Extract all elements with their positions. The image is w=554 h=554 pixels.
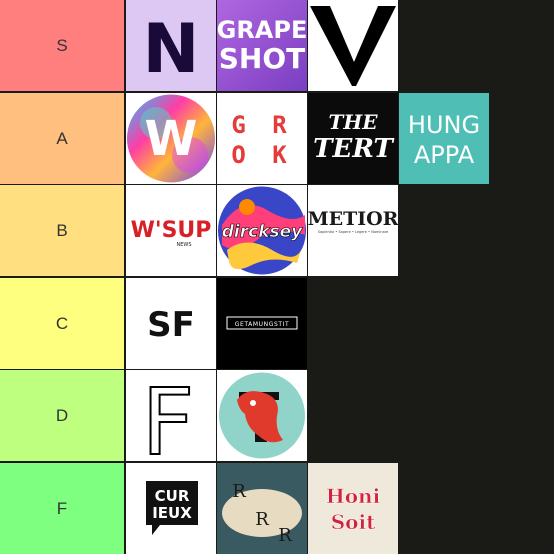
platypus-logo-graphic [219,372,305,459]
svg-text:GRAPE: GRAPE [217,16,307,44]
svg-text:O K: O K [231,141,292,169]
svg-text:THE: THE [328,110,378,134]
logo-rrr[interactable]: R R R [217,463,307,554]
logo-sf[interactable]: SF [126,278,216,369]
svg-text:N: N [143,10,200,89]
logo-n[interactable]: N [126,0,216,91]
tier-label-text: D [55,405,69,425]
logo-grapeshot[interactable]: GRAPE SHOT [217,0,307,91]
tier-items-b: W'SUP NEWS dircksey METIOR Sapientia • S… [126,185,554,276]
tier-row-b: B W'SUP NEWS dircksey METIOR Sapientia •… [0,185,554,276]
tier-items-f: CUR IEUX R R R Honi Soit [126,463,554,554]
svg-text:GETAMUNGSTIT: GETAMUNGSTIT [235,321,290,328]
tier-label-text: A [56,128,68,148]
tier-label-d[interactable]: D [0,370,124,461]
tier-label-text: F [56,498,68,518]
hungappa-logo-graphic: HUNG APPA [408,111,480,169]
sf-logo-graphic: SF [147,305,195,345]
grok-logo-graphic: G R O K [231,111,292,169]
svg-text:Sapientia • Sapere • Legere •: Sapientia • Sapere • Legere • Nominare [318,230,389,234]
logo-hung-appa[interactable]: HUNG APPA [399,93,489,184]
logo-wsup[interactable]: W'SUP NEWS [126,185,216,276]
logo-f[interactable]: F [126,370,216,461]
tert-logo-graphic: THE TERT [313,110,394,164]
tier-items-a: W G R O K THE TERT HUNG APPA [126,93,554,184]
w-logo-graphic: W [127,94,215,183]
dircksey-logo-graphic: dircksey [218,186,306,275]
tier-label-c[interactable]: C [0,278,124,369]
svg-text:R: R [278,525,292,546]
honi-soit-logo-graphic: Honi Soit [326,484,381,535]
svg-text:R: R [255,509,269,530]
svg-text:HUNG: HUNG [408,111,480,139]
svg-text:CUR: CUR [155,487,190,505]
tier-row-c: C SF GETAMUNGSTIT [0,278,554,369]
logo-getamungstit[interactable]: GETAMUNGSTIT [217,278,307,369]
tier-items-s: N GRAPE SHOT [126,0,554,91]
logo-w[interactable]: W [126,93,216,184]
svg-text:F: F [142,370,195,461]
tier-items-d: F [126,370,554,461]
tier-label-text: C [55,313,69,333]
logo-the-tert[interactable]: THE TERT [308,93,398,184]
metior-logo-graphic: METIOR Sapientia • Sapere • Legere • Nom… [308,208,398,234]
f-logo-graphic: F [141,370,196,461]
svg-text:G R: G R [231,111,292,139]
tier-board: S N GRAPE SHOT A W G R O K THE TERT HUNG… [0,0,554,554]
svg-text:SF: SF [147,305,195,345]
logo-dircksey[interactable]: dircksey [217,185,307,276]
rrr-logo-graphic: R R R [222,481,302,546]
logo-v[interactable] [308,0,398,91]
n-logo-graphic: N [143,10,200,89]
tier-items-c: SF GETAMUNGSTIT [126,278,554,369]
tier-row-d: D F [0,370,554,461]
logo-grok[interactable]: G R O K [217,93,307,184]
logo-platypus[interactable] [217,370,307,461]
getamungstit-logo-graphic: GETAMUNGSTIT [226,316,298,330]
logo-metior[interactable]: METIOR Sapientia • Sapere • Legere • Nom… [308,185,398,276]
svg-text:R: R [232,481,246,502]
grapeshot-logo-graphic: GRAPE SHOT [217,16,307,75]
tier-label-text: B [56,220,68,240]
svg-text:NEWS: NEWS [176,242,191,248]
svg-text:W'SUP: W'SUP [131,218,212,243]
svg-text:METIOR: METIOR [308,208,398,230]
tier-row-s: S N GRAPE SHOT [0,0,554,91]
tier-label-a[interactable]: A [0,93,124,184]
svg-text:TERT: TERT [313,134,394,164]
logo-curieux[interactable]: CUR IEUX [126,463,216,554]
tier-row-a: A W G R O K THE TERT HUNG APPA [0,93,554,184]
svg-text:Soit: Soit [331,510,376,534]
tier-label-b[interactable]: B [0,185,124,276]
logo-honi-soit[interactable]: Honi Soit [308,463,398,554]
svg-text:Honi: Honi [326,484,381,508]
svg-text:IEUX: IEUX [152,504,192,522]
svg-text:dircksey: dircksey [222,222,303,242]
svg-text:APPA: APPA [414,141,475,169]
tier-label-text: S [56,35,68,55]
svg-text:SHOT: SHOT [219,42,306,75]
tier-label-s[interactable]: S [0,0,124,91]
curieux-logo-graphic: CUR IEUX [146,481,198,535]
v-logo-graphic [310,6,396,86]
wsup-logo-graphic: W'SUP NEWS [131,218,212,248]
svg-text:W: W [145,111,198,167]
tier-label-f[interactable]: F [0,463,124,554]
tier-row-f: F CUR IEUX R R R Honi Soit [0,463,554,554]
